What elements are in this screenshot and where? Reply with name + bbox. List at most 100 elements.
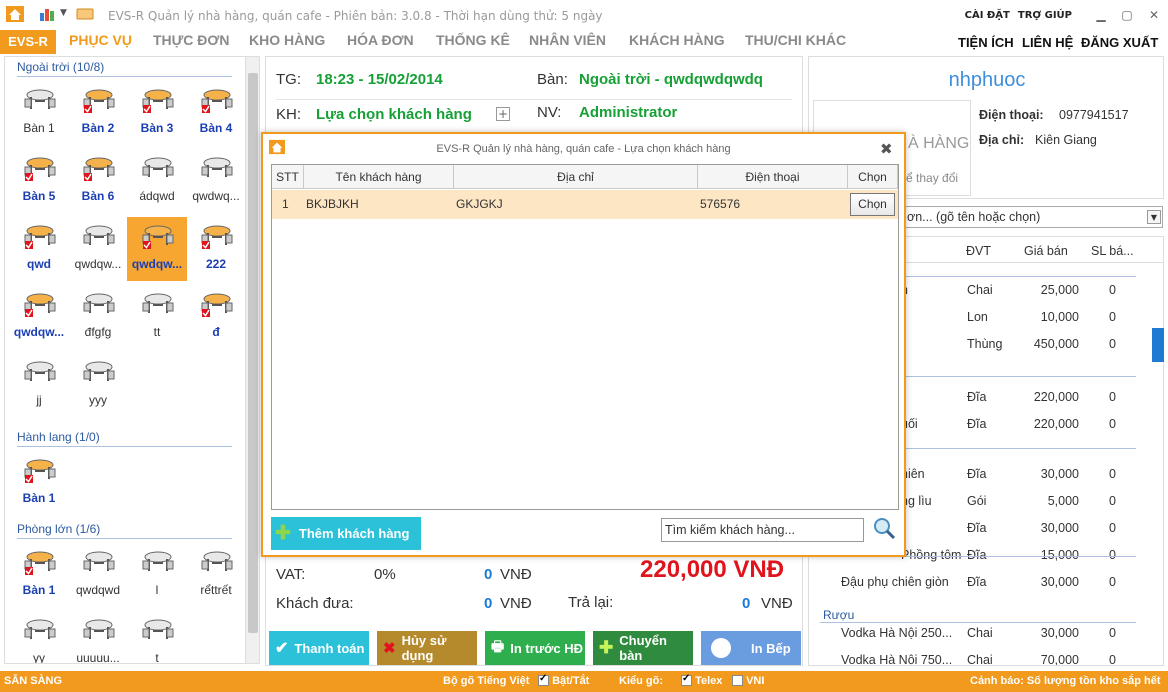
- staff-label: NV:: [537, 104, 562, 121]
- menu-item-price: 30,000: [1040, 521, 1079, 535]
- table-item[interactable]: Bàn 2: [68, 81, 128, 145]
- table-label: Bàn 4: [199, 121, 233, 135]
- cancel-use-button[interactable]: ✖ Hủy sử dụng: [377, 631, 477, 665]
- table-item[interactable]: Bàn 1: [9, 543, 69, 607]
- search-icon[interactable]: [871, 515, 897, 541]
- table-item[interactable]: đ: [186, 285, 246, 349]
- table-item[interactable]: qwdqw...: [9, 285, 69, 349]
- minimize-icon[interactable]: ▁: [1092, 8, 1110, 22]
- menu-item-name: Vodka Hà Nội 750...: [841, 653, 953, 666]
- table-icon: [141, 613, 175, 647]
- table-item[interactable]: Bàn 4: [186, 81, 246, 145]
- telex-checkbox[interactable]: [681, 673, 692, 686]
- row-name: BKJBJKH: [306, 197, 359, 211]
- add-customer-button[interactable]: ✚ Thêm khách hàng: [271, 517, 421, 550]
- pay-button[interactable]: ✔ Thanh toán: [269, 631, 369, 665]
- chart-icon[interactable]: [38, 6, 56, 22]
- col-name: Tên khách hàng: [304, 165, 454, 189]
- brand-button[interactable]: EVS-R: [0, 30, 56, 54]
- table-item[interactable]: yyy: [68, 353, 128, 417]
- tab-phuc-vu[interactable]: PHỤC VỤ: [69, 32, 132, 48]
- table-item[interactable]: ádqwd: [127, 149, 187, 213]
- col-address: Địa chỉ: [454, 165, 698, 189]
- select-customer-button[interactable]: Chọn: [850, 193, 895, 216]
- menu-item-unit: Thùng: [967, 337, 1003, 351]
- move-table-button[interactable]: ✚ Chuyển bàn: [593, 631, 693, 665]
- row-phone: 576576: [700, 197, 741, 211]
- table-group-header: Hành lang (1/0): [17, 430, 100, 444]
- table-label: ádqwd: [139, 189, 175, 203]
- table-icon: [141, 545, 175, 579]
- table-item[interactable]: yy: [9, 611, 69, 663]
- table-item[interactable]: uuuuu...: [68, 611, 128, 663]
- table-item[interactable]: qwd: [9, 217, 69, 281]
- vni-checkbox[interactable]: [732, 674, 743, 686]
- menu-tien-ich[interactable]: TIỆN ÍCH: [958, 35, 1014, 50]
- table-item[interactable]: Bàn 6: [68, 149, 128, 213]
- table-item[interactable]: qwdqw...: [68, 217, 128, 281]
- table-item[interactable]: 222: [186, 217, 246, 281]
- vni-option[interactable]: VNI: [732, 674, 764, 687]
- tab-thong-ke[interactable]: THỐNG KÊ: [436, 32, 510, 48]
- tab-khach-hang[interactable]: KHÁCH HÀNG: [629, 32, 725, 48]
- settings-menu[interactable]: CÀI ĐẶT: [965, 10, 1010, 21]
- dropdown-icon[interactable]: ▼: [60, 8, 67, 18]
- menu-item-qty: 0: [1109, 653, 1116, 666]
- table-item[interactable]: Bàn 5: [9, 149, 69, 213]
- check-icon: ✔: [275, 640, 289, 657]
- app-home-icon[interactable]: [6, 6, 24, 22]
- table-item[interactable]: l: [127, 543, 187, 607]
- menu-item-unit: Đĩa: [967, 521, 987, 535]
- table-item[interactable]: jj: [9, 353, 69, 417]
- printer-icon: 🖶: [491, 638, 505, 654]
- total-amount: 220,000 VNĐ: [640, 556, 785, 583]
- tab-kho-hang[interactable]: KHO HÀNG: [249, 32, 325, 48]
- table-item[interactable]: Bàn 1: [9, 81, 69, 145]
- table-item[interactable]: đfgfg: [68, 285, 128, 349]
- table-item[interactable]: Bàn 3: [127, 81, 187, 145]
- table-label: tt: [153, 325, 161, 339]
- print-preview-button[interactable]: 🖶 In trước HĐ: [485, 631, 585, 665]
- menu-item-unit: Chai: [967, 653, 993, 666]
- print-kitchen-button[interactable]: In Bếp: [701, 631, 801, 665]
- ime-checkbox[interactable]: [538, 673, 549, 686]
- maximize-icon[interactable]: ▢: [1118, 8, 1136, 22]
- vat-value: 0: [484, 566, 493, 583]
- ime-toggle[interactable]: Bật/Tắt: [538, 673, 589, 687]
- table-label: qwdqw...: [131, 257, 183, 271]
- dialog-close-icon[interactable]: ✖: [880, 140, 893, 158]
- table-item[interactable]: rểttrết: [186, 543, 246, 607]
- side-tab-handle[interactable]: [1152, 328, 1164, 362]
- vat-percent: 0%: [374, 566, 396, 583]
- table-row[interactable]: [272, 190, 898, 219]
- table-item[interactable]: qwdwq...: [186, 149, 246, 213]
- menu-lien-he[interactable]: LIÊN HỆ: [1022, 35, 1073, 50]
- menu-dang-xuat[interactable]: ĐĂNG XUẤT: [1081, 35, 1158, 50]
- address-label: Địa chỉ:: [979, 133, 1025, 147]
- table-icon: [82, 83, 116, 117]
- close-icon[interactable]: ✕: [1145, 8, 1163, 22]
- tab-thu-chi[interactable]: THU/CHI KHÁC: [745, 32, 846, 48]
- tab-hoa-don[interactable]: HÓA ĐƠN: [347, 32, 414, 48]
- table-scrollbar[interactable]: [245, 57, 259, 663]
- telex-option[interactable]: Telex: [681, 673, 722, 687]
- tab-thuc-don[interactable]: THỰC ĐƠN: [153, 32, 229, 48]
- customer-select-link[interactable]: Lựa chọn khách hàng: [316, 106, 472, 123]
- table-icon: [82, 613, 116, 647]
- scroll-thumb[interactable]: [248, 73, 258, 633]
- table-item[interactable]: Bàn 1: [9, 451, 69, 515]
- add-customer-icon[interactable]: +: [496, 107, 510, 121]
- keyboard-icon[interactable]: [76, 6, 94, 22]
- window-title: EVS-R Quản lý nhà hàng, quán cafe - Phiê…: [108, 9, 603, 23]
- table-item[interactable]: t: [127, 611, 187, 663]
- paid-value[interactable]: 0: [484, 595, 492, 612]
- customer-search-input[interactable]: Tìm kiếm khách hàng...: [661, 518, 864, 542]
- chevron-down-icon[interactable]: ▼: [1147, 210, 1161, 224]
- table-item[interactable]: qwdqwd: [68, 543, 128, 607]
- table-icon: [23, 613, 57, 647]
- menu-search-combo[interactable]: ơn... (gõ tên hoặc chọn) ▼: [904, 206, 1163, 228]
- help-menu[interactable]: TRỢ GIÚP: [1018, 10, 1072, 21]
- table-item[interactable]: tt: [127, 285, 187, 349]
- table-item[interactable]: qwdqw...: [127, 217, 187, 281]
- tab-nhan-vien[interactable]: NHÂN VIÊN: [529, 32, 606, 48]
